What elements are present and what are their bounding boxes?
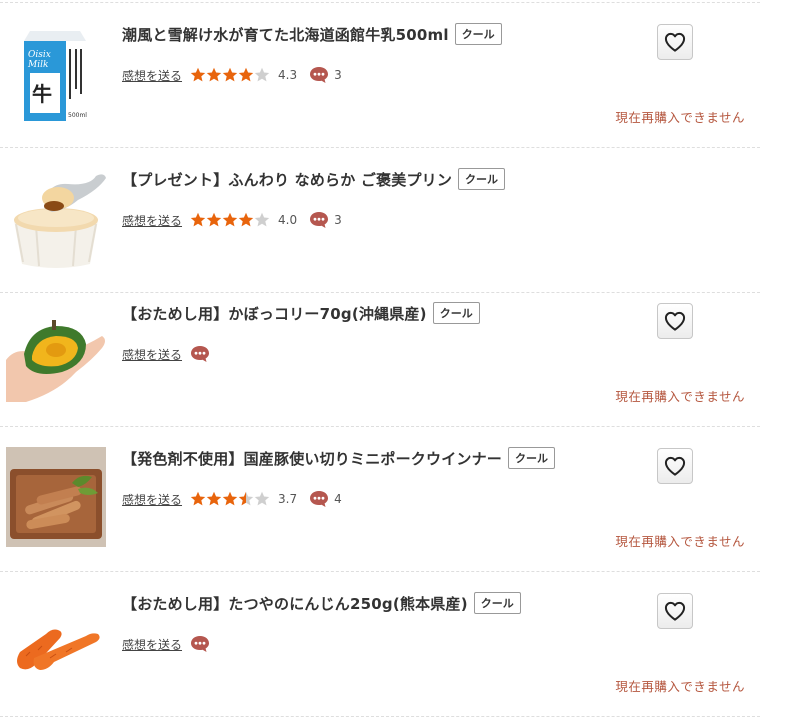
- favorite-button[interactable]: [657, 593, 693, 629]
- review-comments[interactable]: 3: [309, 66, 342, 84]
- star-empty-icon: [254, 67, 270, 82]
- heart-icon: [664, 311, 686, 331]
- cool-badge: クール: [458, 168, 506, 190]
- status-unavailable: 現在再購入できません: [615, 110, 745, 125]
- star-filled-icon: [206, 212, 222, 227]
- product-title[interactable]: 【おためし用】たつやのにんじん250g(熊本県産): [122, 593, 468, 614]
- star-empty-icon: [254, 212, 270, 227]
- product-image[interactable]: [6, 302, 106, 402]
- cool-badge: クール: [508, 447, 556, 469]
- star-rating: [190, 212, 270, 228]
- star-rating: [190, 67, 270, 83]
- star-rating: [190, 491, 270, 507]
- star-filled-icon: [222, 67, 238, 82]
- svg-text:Oisix: Oisix: [28, 50, 51, 60]
- status-unavailable: 現在再購入できません: [615, 389, 745, 404]
- send-review-link[interactable]: 感想を送る: [122, 67, 182, 84]
- star-filled-icon: [222, 491, 238, 506]
- cool-badge: クール: [432, 302, 480, 324]
- star-empty-icon: [254, 491, 270, 506]
- favorite-button[interactable]: [657, 24, 693, 60]
- comment-count: 4: [334, 492, 342, 506]
- status-unavailable: 現在再購入できません: [615, 534, 745, 549]
- star-filled-icon: [190, 212, 206, 227]
- product-title[interactable]: 潮風と雪解け水が育てた北海道函館牛乳500ml: [122, 24, 449, 45]
- product-image[interactable]: [6, 168, 106, 268]
- favorite-button[interactable]: [657, 303, 693, 339]
- product-title[interactable]: 【発色剤不使用】国産豚使い切りミニポークウインナー: [122, 448, 502, 469]
- star-filled-icon: [190, 491, 206, 506]
- star-filled-icon: [190, 67, 206, 82]
- svg-text:牛: 牛: [32, 82, 52, 106]
- carrot-icon: [6, 592, 106, 692]
- rating-value: 4.3: [278, 68, 298, 82]
- pumpkin-icon: [6, 302, 106, 402]
- review-comments[interactable]: [190, 345, 210, 363]
- rating-value: 4.0: [278, 213, 298, 227]
- cool-badge: クール: [473, 592, 521, 614]
- heart-icon: [664, 456, 686, 476]
- list-item: 【おためし用】かぼっコリー70g(沖縄県産) クール 感想を送る 現在再購入でき…: [0, 282, 760, 427]
- cool-badge: クール: [454, 23, 502, 45]
- comment-bubble-icon: [310, 212, 329, 228]
- star-filled-icon: [238, 212, 254, 227]
- send-review-link[interactable]: 感想を送る: [122, 636, 182, 653]
- list-item: 【プレゼント】ふんわり なめらか ご褒美プリン クール 感想を送る 4.0 3: [0, 148, 760, 293]
- comment-bubble-icon: [310, 67, 329, 83]
- list-item: Oisix Milk 牛 500ml 潮風と雪解け水が育てた北海道函館牛乳500…: [0, 3, 760, 148]
- product-title[interactable]: 【プレゼント】ふんわり なめらか ご褒美プリン: [122, 169, 452, 190]
- product-image[interactable]: [6, 592, 106, 692]
- product-image[interactable]: [6, 447, 106, 547]
- list-item: 【発色剤不使用】国産豚使い切りミニポークウインナー クール 感想を送る 3.7 …: [0, 427, 760, 572]
- send-review-link[interactable]: 感想を送る: [122, 212, 182, 229]
- product-image[interactable]: Oisix Milk 牛 500ml: [6, 23, 106, 123]
- comment-bubble-icon: [310, 491, 329, 507]
- send-review-link[interactable]: 感想を送る: [122, 346, 182, 363]
- svg-text:500ml: 500ml: [68, 112, 87, 119]
- heart-icon: [664, 601, 686, 621]
- review-comments[interactable]: 3: [309, 211, 342, 229]
- comment-bubble-icon: [191, 636, 210, 652]
- favorite-button[interactable]: [657, 448, 693, 484]
- review-comments[interactable]: 4: [309, 490, 342, 508]
- comment-count: 3: [334, 213, 342, 227]
- sausage-icon: [6, 447, 106, 547]
- list-item: 【おためし用】たつやのにんじん250g(熊本県産) クール 感想を送る 現在再購…: [0, 572, 760, 717]
- svg-text:Milk: Milk: [27, 60, 48, 70]
- heart-icon: [664, 32, 686, 52]
- send-review-link[interactable]: 感想を送る: [122, 491, 182, 508]
- product-title[interactable]: 【おためし用】かぼっコリー70g(沖縄県産): [122, 303, 427, 324]
- status-unavailable: 現在再購入できません: [615, 679, 745, 694]
- star-filled-icon: [222, 212, 238, 227]
- purchase-history-list: Oisix Milk 牛 500ml 潮風と雪解け水が育てた北海道函館牛乳500…: [0, 0, 790, 724]
- milk-carton-icon: Oisix Milk 牛 500ml: [6, 23, 106, 123]
- star-filled-icon: [206, 67, 222, 82]
- star-half-icon: [238, 491, 254, 506]
- comment-bubble-icon: [191, 346, 210, 362]
- comment-count: 3: [334, 68, 342, 82]
- star-filled-icon: [238, 67, 254, 82]
- rating-value: 3.7: [278, 492, 298, 506]
- star-filled-icon: [206, 491, 222, 506]
- pudding-icon: [6, 168, 106, 268]
- review-comments[interactable]: [190, 635, 210, 653]
